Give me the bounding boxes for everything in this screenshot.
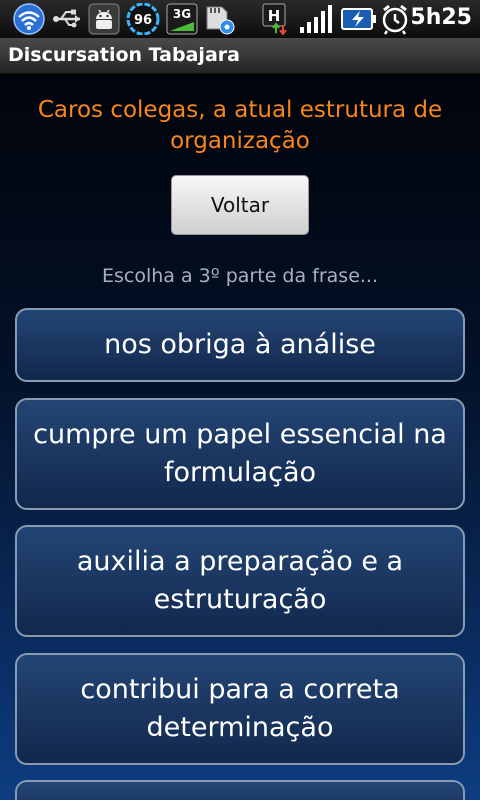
option-button-2[interactable]: cumpre um papel essencial na formulação	[15, 398, 465, 510]
option-button-4[interactable]: contribui para a correta determinação	[15, 653, 465, 765]
app-title: Discursation Tabajara	[8, 44, 240, 66]
option-button-1[interactable]: nos obriga à análise	[15, 308, 465, 382]
status-bar: 96 3G H 5h25	[0, 0, 480, 38]
battery-charging-icon	[341, 8, 376, 30]
hspa-data-icon: H	[262, 3, 287, 35]
battery-widget-icon: 96	[126, 3, 160, 35]
hspa-label: H	[268, 7, 281, 25]
network-label: 3G	[173, 7, 191, 21]
status-time: 5h25	[410, 5, 472, 30]
instruction-text: Escolha a 3º parte da frase...	[101, 265, 379, 287]
main-content: Caros colegas, a atual estrutura de orga…	[0, 75, 480, 800]
alarm-icon	[382, 4, 408, 35]
phrase-heading: Caros colegas, a atual estrutura de orga…	[37, 97, 443, 154]
3g-data-icon: 3G	[166, 3, 198, 35]
android-debug-icon	[88, 3, 120, 35]
app-title-bar: Discursation Tabajara	[0, 38, 480, 74]
back-button[interactable]: Voltar	[171, 175, 309, 235]
usb-icon	[53, 9, 80, 28]
signal-icon	[300, 5, 332, 33]
battery-widget-value: 96	[134, 13, 152, 28]
sd-card-settings-icon	[206, 6, 235, 35]
wifi-icon	[13, 3, 45, 35]
option-button-3[interactable]: auxilia a preparação e a estruturação	[15, 525, 465, 637]
option-button-5[interactable]	[15, 780, 465, 800]
